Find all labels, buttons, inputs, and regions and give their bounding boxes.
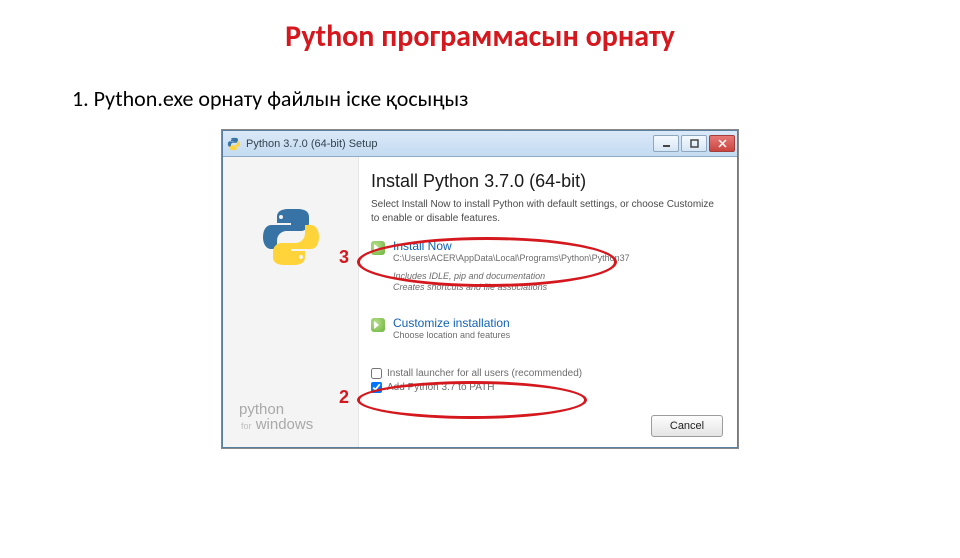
slide-step-1: 1. Python.exe орнату файлын іске қосыңыз — [72, 85, 960, 112]
window-titlebar: Python 3.7.0 (64-bit) Setup — [223, 131, 737, 157]
annotation-2-label: 2 — [339, 387, 349, 408]
customize-option[interactable]: Customize installation Choose location a… — [371, 316, 721, 342]
cancel-button[interactable]: Cancel — [651, 415, 723, 437]
python-icon — [227, 137, 241, 151]
close-button[interactable] — [709, 135, 735, 152]
customize-sub: Choose location and features — [393, 330, 510, 342]
installer-main: Install Python 3.7.0 (64-bit) Select Ins… — [359, 157, 737, 447]
minimize-button[interactable] — [653, 135, 679, 152]
brand-windows: for windows — [239, 417, 358, 433]
arrow-icon — [371, 318, 385, 332]
python-logo-icon — [259, 205, 323, 269]
launcher-checkbox[interactable] — [371, 368, 382, 379]
path-checkbox-row[interactable]: Add Python 3.7 to PATH — [371, 382, 721, 393]
install-now-path: C:\Users\ACER\AppData\Local\Programs\Pyt… — [393, 253, 630, 265]
maximize-button[interactable] — [681, 135, 707, 152]
sidebar-branding: python for windows — [223, 402, 358, 448]
install-now-creates: Creates shortcuts and file associations — [393, 282, 630, 294]
install-now-label: Install Now — [393, 239, 630, 253]
path-checkbox[interactable] — [371, 382, 382, 393]
launcher-checkbox-row[interactable]: Install launcher for all users (recommen… — [371, 368, 721, 379]
arrow-icon — [371, 241, 385, 255]
slide-title: Python программасын орнату — [0, 18, 960, 55]
installer-heading: Install Python 3.7.0 (64-bit) — [371, 171, 721, 192]
path-checkbox-label: Add Python 3.7 to PATH — [387, 382, 494, 393]
launcher-checkbox-label: Install launcher for all users (recommen… — [387, 368, 582, 379]
install-checkboxes: Install launcher for all users (recommen… — [371, 368, 721, 393]
installer-intro: Select Install Now to install Python wit… — [371, 198, 721, 225]
install-now-option[interactable]: Install Now C:\Users\ACER\AppData\Local\… — [371, 239, 721, 294]
annotation-3-label: 3 — [339, 247, 349, 268]
window-title: Python 3.7.0 (64-bit) Setup — [246, 138, 653, 150]
customize-label: Customize installation — [393, 316, 510, 330]
install-now-includes: Includes IDLE, pip and documentation — [393, 271, 630, 283]
installer-window: Python 3.7.0 (64-bit) Setup python for w… — [222, 130, 738, 448]
